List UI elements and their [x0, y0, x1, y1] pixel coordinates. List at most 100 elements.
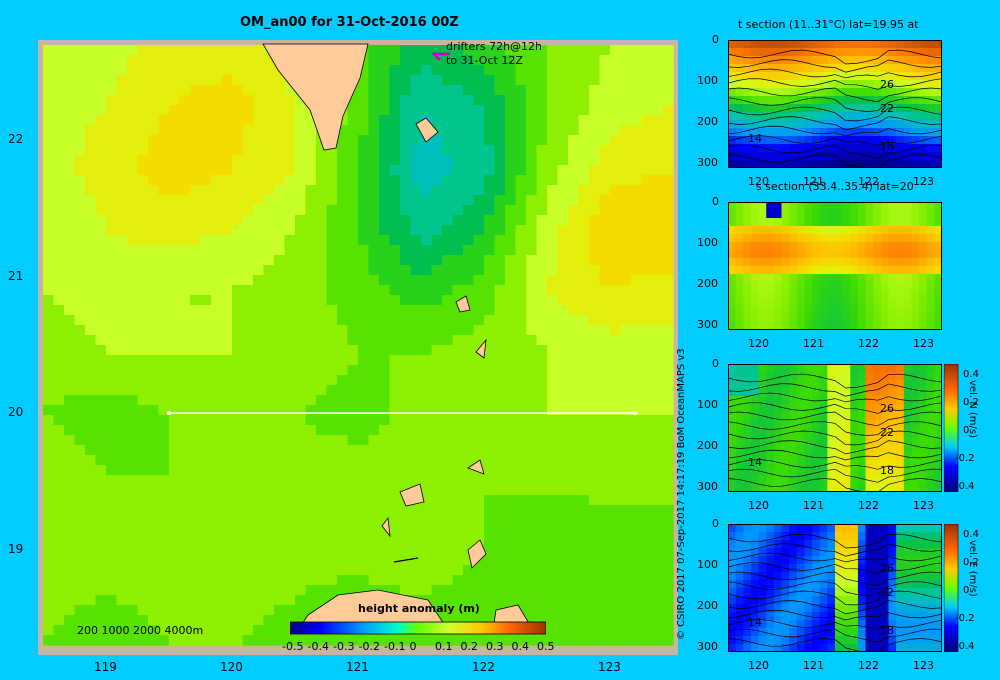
map-cell [64, 285, 76, 296]
map-cell [400, 145, 412, 156]
map-cell [74, 75, 86, 86]
map-cell [53, 215, 65, 226]
map-cell [515, 285, 527, 296]
map-cell [368, 85, 380, 96]
map-cell [631, 565, 643, 576]
map-cell [536, 545, 548, 556]
map-cell [421, 45, 433, 56]
map-cell [526, 165, 538, 176]
map-cell [452, 195, 464, 206]
section-cell [766, 160, 775, 168]
map-cell [578, 565, 590, 576]
section-cell [873, 56, 882, 65]
map-cell [442, 315, 454, 326]
section-cell [789, 160, 798, 168]
map-cell [274, 615, 286, 626]
section-cell [750, 250, 760, 259]
section-cell [896, 250, 905, 259]
map-cell [43, 355, 55, 366]
section-cell [911, 380, 920, 389]
section-cell [804, 388, 813, 397]
map-cell [169, 65, 181, 76]
map-cell [148, 75, 160, 86]
section-cell [880, 210, 889, 219]
section-cell [850, 412, 859, 421]
map-cell [64, 305, 76, 316]
map-cell [610, 565, 622, 576]
map-cell [431, 275, 443, 286]
map-cell [295, 205, 307, 216]
map-cell [127, 85, 139, 96]
section-cell [804, 420, 813, 429]
section-cell [812, 436, 821, 445]
map-cell [148, 595, 160, 606]
map-cell [452, 495, 464, 506]
map-cell [200, 115, 212, 126]
map-cell [421, 355, 433, 366]
map-cell [106, 485, 118, 496]
map-cell [116, 155, 128, 166]
map-cell [190, 85, 202, 96]
map-cell [463, 195, 475, 206]
map-cell [368, 535, 380, 546]
map-cell [431, 425, 443, 436]
map-cell [662, 105, 674, 116]
map-cell [200, 215, 212, 226]
map-cell [274, 595, 286, 606]
map-cell [410, 235, 422, 246]
map-cell [179, 125, 191, 136]
map-cell [557, 375, 569, 386]
map-cell [368, 545, 380, 556]
map-cell [368, 475, 380, 486]
map-cell [368, 235, 380, 246]
section-cell [857, 266, 867, 275]
map-cell [53, 575, 65, 586]
map-cell [200, 225, 212, 236]
map-cell [494, 405, 506, 416]
map-cell [316, 495, 328, 506]
map-cell [578, 475, 590, 486]
map-cell [536, 405, 548, 416]
section-cell [796, 242, 805, 251]
map-cell [305, 255, 317, 266]
map-cell [494, 505, 506, 516]
section-cell [750, 274, 760, 283]
map-cell [263, 245, 275, 256]
section-cell [919, 40, 928, 49]
section-cell [835, 444, 844, 453]
map-cell [116, 125, 128, 136]
map-cell [473, 495, 485, 506]
map-cell [400, 475, 412, 486]
section-cell [934, 322, 942, 330]
colorbar-tick-label: -0.5 [282, 640, 304, 653]
map-cell [526, 295, 538, 306]
map-cell [316, 465, 328, 476]
map-cell [347, 465, 359, 476]
section-cell [934, 388, 942, 397]
map-cell [589, 345, 601, 356]
map-cell [526, 565, 538, 576]
map-cell [578, 195, 590, 206]
map-cell [190, 115, 202, 126]
map-cell [305, 475, 317, 486]
map-cell [64, 405, 76, 416]
map-cell [652, 75, 664, 86]
map-cell [211, 585, 223, 596]
map-cell [337, 255, 349, 266]
section-cell [812, 72, 821, 81]
section-cell [796, 48, 805, 57]
map-cell [641, 415, 653, 426]
map-cell [274, 545, 286, 556]
map-cell [274, 165, 286, 176]
section-cell [835, 128, 844, 137]
map-cell [232, 335, 244, 346]
map-cell [179, 515, 191, 526]
map-cell [137, 575, 149, 586]
map-cell [347, 315, 359, 326]
map-cell [74, 235, 86, 246]
section-cell [926, 88, 935, 97]
map-cell [473, 75, 485, 86]
map-cell [568, 245, 580, 256]
map-cell [158, 585, 170, 596]
map-cell [85, 75, 97, 86]
